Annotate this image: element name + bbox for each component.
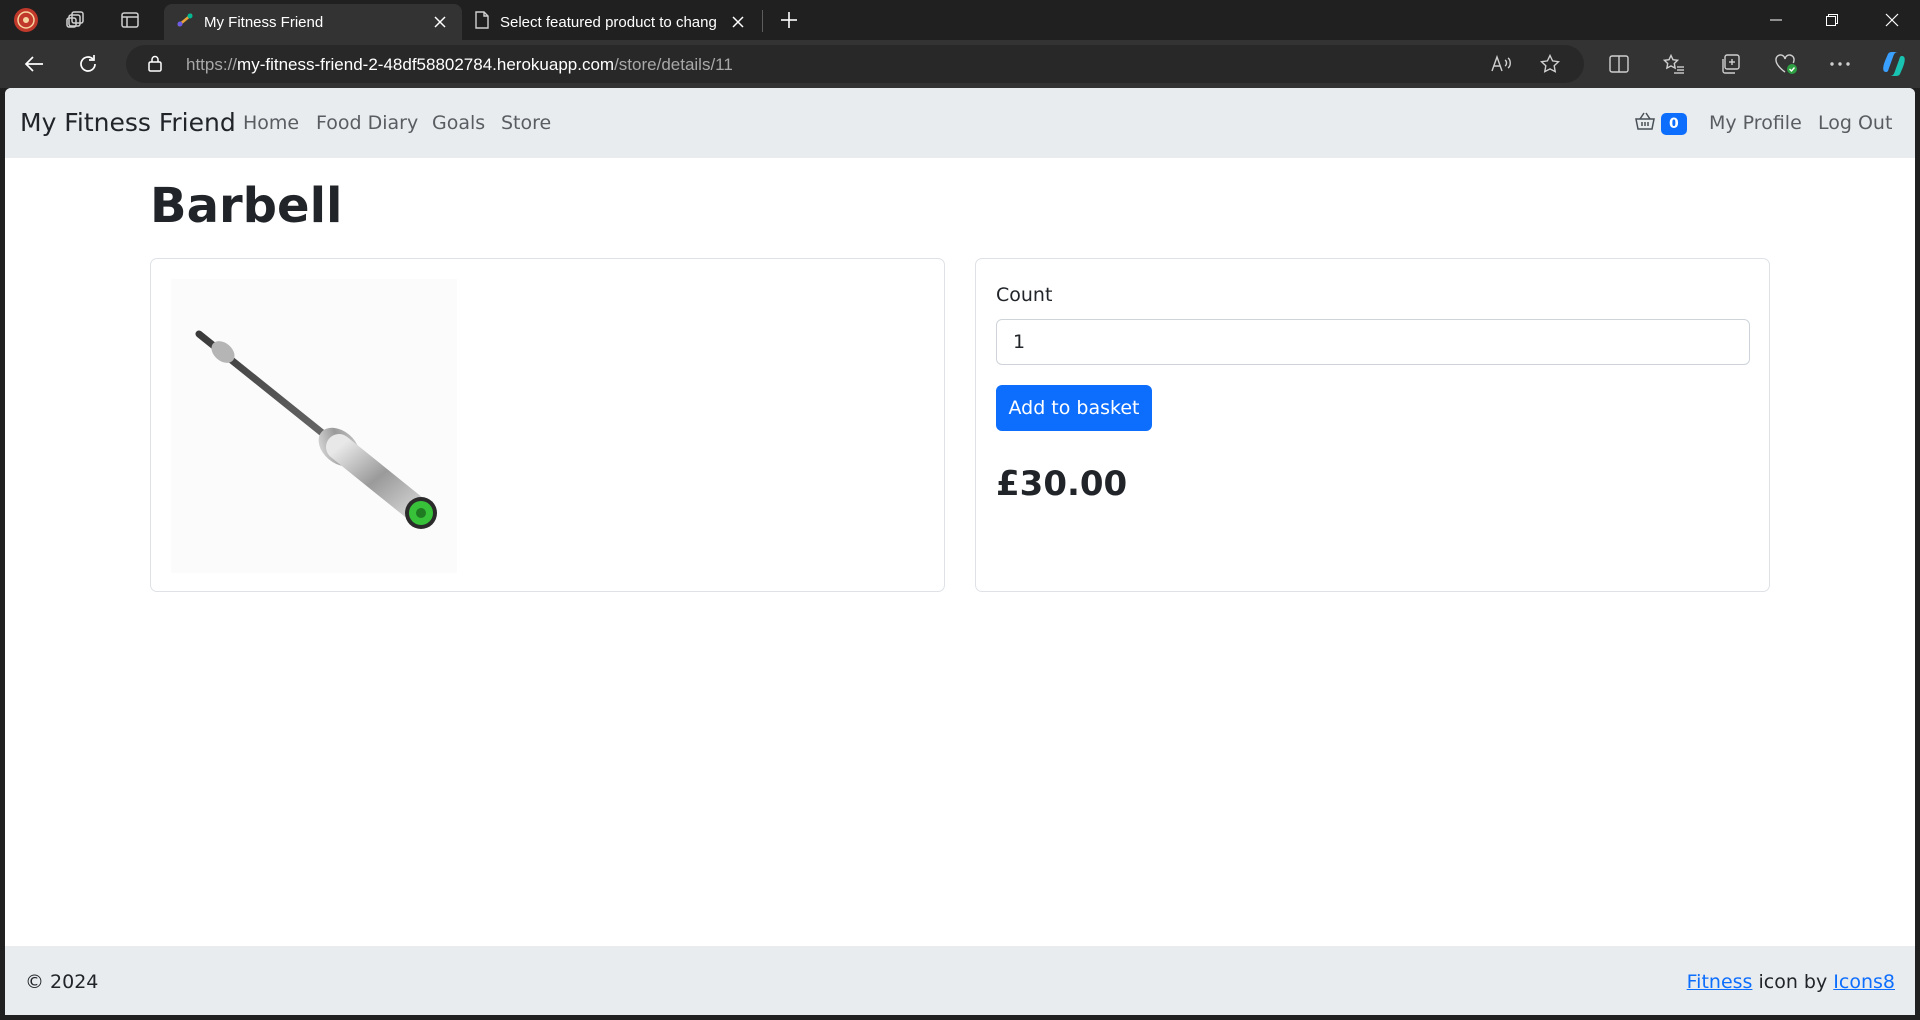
lock-icon[interactable] [148, 55, 162, 77]
fitness-icon-link[interactable]: Fitness [1687, 971, 1753, 993]
icon-credits: Fitness icon by Icons8 [1687, 971, 1895, 993]
collections-icon[interactable] [1714, 48, 1746, 80]
close-tab-icon[interactable] [430, 12, 450, 32]
more-options-icon[interactable] [1824, 48, 1856, 80]
new-tab-icon[interactable] [775, 6, 803, 34]
credits-text: icon by [1752, 971, 1834, 993]
nav-home[interactable]: Home [243, 112, 299, 134]
browser-toolbar: https://my-fitness-friend-2-48df58802784… [0, 40, 1920, 88]
favorite-star-icon[interactable] [1539, 53, 1561, 79]
refresh-icon[interactable] [72, 48, 104, 80]
tab-separator [762, 10, 763, 32]
page-title: Barbell [150, 178, 343, 234]
barbell-image [171, 279, 457, 573]
minimize-icon[interactable] [1748, 0, 1804, 40]
purchase-card: Count Add to basket £30.00 [975, 258, 1770, 592]
nav-my-profile[interactable]: My Profile [1709, 112, 1802, 134]
close-tab-icon[interactable] [728, 12, 748, 32]
tab-actions-icon[interactable] [116, 6, 144, 34]
nav-goals[interactable]: Goals [432, 112, 485, 134]
nav-food-diary[interactable]: Food Diary [316, 112, 418, 134]
workspaces-icon[interactable] [62, 6, 90, 34]
count-input[interactable] [996, 319, 1750, 365]
product-price: £30.00 [996, 464, 1128, 504]
basket-link[interactable]: 0 [1635, 112, 1687, 135]
site-navbar: My Fitness Friend Home Food Diary Goals … [5, 88, 1915, 158]
basket-icon [1635, 112, 1655, 135]
browser-essentials-icon[interactable] [1770, 48, 1802, 80]
tab-select-featured-product[interactable]: Select featured product to chang [462, 4, 760, 40]
close-window-icon[interactable] [1864, 0, 1920, 40]
site-footer: © 2024 Fitness icon by Icons8 [5, 946, 1915, 1015]
basket-count-badge: 0 [1661, 112, 1687, 135]
page-viewport: My Fitness Friend Home Food Diary Goals … [5, 88, 1915, 1015]
split-screen-icon[interactable] [1603, 48, 1635, 80]
favorites-icon[interactable] [1658, 48, 1690, 80]
product-image-card [150, 258, 945, 592]
nav-log-out[interactable]: Log Out [1818, 112, 1892, 134]
browser-tab-bar: My Fitness Friend Select featured produc… [0, 0, 1920, 40]
copyright-text: © 2024 [25, 971, 99, 993]
read-aloud-icon[interactable] [1490, 54, 1512, 79]
browser-profile-icon[interactable] [12, 6, 40, 34]
tab-title: Select featured product to chang [500, 13, 717, 31]
tab-title: My Fitness Friend [204, 13, 324, 31]
icons8-link[interactable]: Icons8 [1833, 971, 1895, 993]
address-bar[interactable]: https://my-fitness-friend-2-48df58802784… [126, 45, 1584, 83]
copilot-icon[interactable] [1878, 48, 1910, 80]
url-text[interactable]: https://my-fitness-friend-2-48df58802784… [186, 55, 733, 75]
back-icon[interactable] [18, 48, 50, 80]
restore-icon[interactable] [1804, 0, 1860, 40]
tab-my-fitness-friend[interactable]: My Fitness Friend [164, 4, 462, 40]
page-icon [474, 11, 490, 33]
fitness-favicon-icon [176, 11, 194, 33]
nav-store[interactable]: Store [501, 112, 551, 134]
add-to-basket-button[interactable]: Add to basket [996, 385, 1152, 431]
count-label: Count [996, 284, 1053, 306]
site-brand[interactable]: My Fitness Friend [20, 108, 236, 137]
